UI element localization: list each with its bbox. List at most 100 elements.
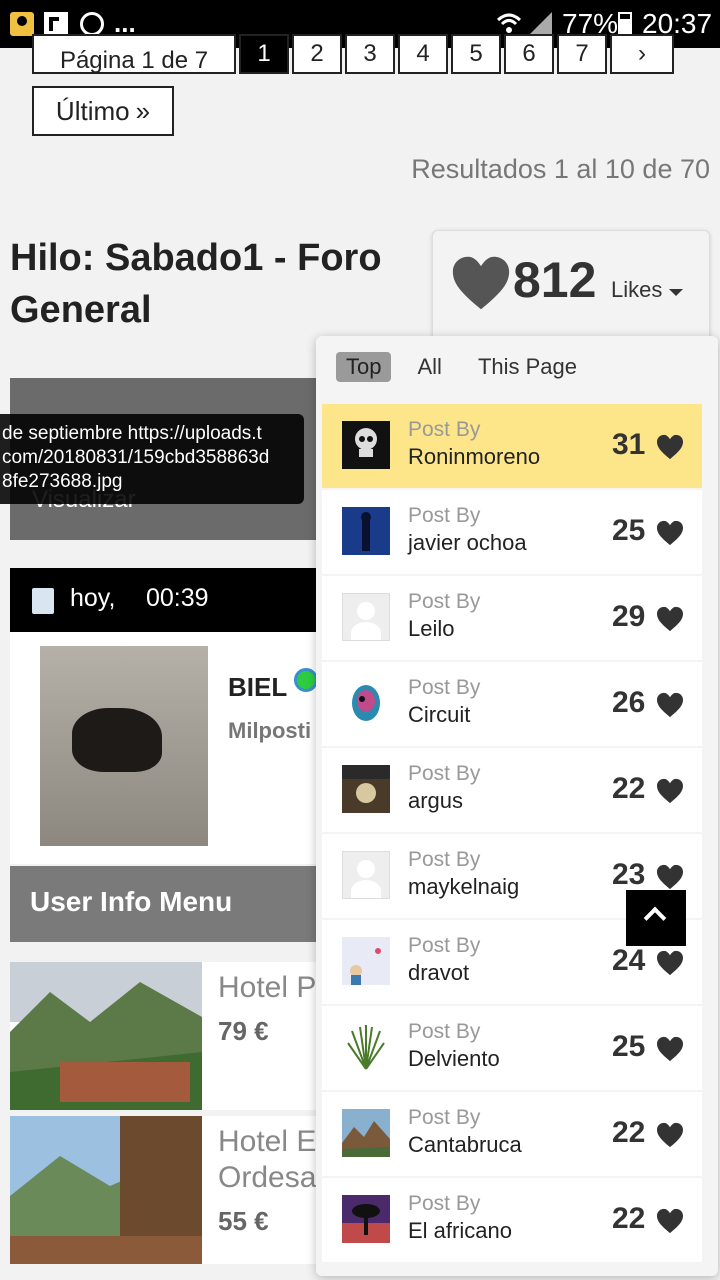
heart-icon: [657, 606, 683, 632]
notification-app-icon: [10, 12, 34, 36]
hotel-image: [10, 962, 202, 1110]
user-avatar: [342, 937, 390, 985]
author-avatar[interactable]: [40, 646, 208, 846]
liker-name[interactable]: argus: [408, 788, 463, 814]
like-count: 29: [612, 600, 646, 633]
like-count: 25: [612, 514, 646, 547]
hotel-ad[interactable]: Hotel P 79 €: [10, 962, 330, 1110]
like-count: 22: [612, 772, 646, 805]
list-item[interactable]: Post By Roninmoreno 31: [322, 404, 702, 488]
likes-dropdown: Top All This Page Post By Roninmoreno 31…: [316, 336, 718, 1276]
heart-icon: [657, 1122, 683, 1148]
signal-icon: [528, 12, 552, 36]
like-count: 22: [612, 1116, 646, 1149]
like-count: 25: [612, 1030, 646, 1063]
list-item[interactable]: Post By javier ochoa 25: [322, 490, 702, 574]
link-tooltip: de septiembre https://uploads.t com/2018…: [0, 414, 304, 504]
author-card: BIEL Milposti: [10, 632, 330, 864]
user-avatar: [342, 507, 390, 555]
page-link-2[interactable]: 2: [292, 34, 342, 74]
page-info: Página 1 de 7: [32, 34, 236, 74]
liker-name[interactable]: Roninmoreno: [408, 444, 540, 470]
post-time: 00:39: [146, 584, 209, 612]
post-date: hoy,: [70, 584, 116, 612]
user-avatar: [342, 679, 390, 727]
scroll-to-top-button[interactable]: [626, 890, 686, 946]
heart-icon: [657, 1208, 683, 1234]
user-avatar: [342, 1195, 390, 1243]
tab-this-page[interactable]: This Page: [468, 352, 587, 382]
last-page-button[interactable]: Último »: [32, 86, 174, 136]
liker-name[interactable]: Leilo: [408, 616, 454, 642]
double-chevron-icon: »: [135, 95, 151, 126]
list-item[interactable]: Post By Leilo 29: [322, 576, 702, 660]
post-by-label: Post By: [408, 1020, 481, 1043]
likes-list: Post By Roninmoreno 31 Post By javier oc…: [322, 404, 702, 1264]
wifi-icon: [496, 13, 522, 33]
last-page-label: Último: [55, 95, 130, 126]
list-item[interactable]: Post By Cantabruca 22: [322, 1092, 702, 1176]
default-avatar-icon: [342, 593, 390, 641]
author-name[interactable]: BIEL: [228, 672, 287, 703]
heart-icon: [657, 1036, 683, 1062]
heart-icon: [657, 692, 683, 718]
likes-toggle[interactable]: 812 Likes: [432, 230, 710, 350]
post-by-label: Post By: [408, 848, 481, 871]
liker-name[interactable]: Cantabruca: [408, 1132, 522, 1158]
heart-icon: [657, 778, 683, 804]
page-link-4[interactable]: 4: [398, 34, 448, 74]
caret-down-icon: [669, 289, 683, 296]
like-count: 22: [612, 1202, 646, 1235]
tab-top[interactable]: Top: [336, 352, 392, 382]
page-link-5[interactable]: 5: [451, 34, 501, 74]
tab-all[interactable]: All: [407, 352, 451, 382]
likes-tabs: Top All This Page: [336, 352, 587, 382]
liker-name[interactable]: El africano: [408, 1218, 512, 1244]
user-avatar: [342, 1109, 390, 1157]
battery-icon: [618, 12, 632, 36]
list-item[interactable]: Post By Circuit 26: [322, 662, 702, 746]
liker-name[interactable]: Delviento: [408, 1046, 500, 1072]
post-by-label: Post By: [408, 676, 481, 699]
user-avatar: [342, 1023, 390, 1071]
author-rank: Milposti: [228, 718, 312, 743]
liker-name[interactable]: maykelnaig: [408, 874, 519, 900]
document-icon: [32, 588, 54, 614]
list-item[interactable]: Post By El africano 22: [322, 1178, 702, 1262]
page-link-7[interactable]: 7: [557, 34, 607, 74]
flipboard-icon: [44, 12, 68, 36]
post-by-label: Post By: [408, 762, 481, 785]
hotel-price: 55 €: [218, 1206, 269, 1236]
list-item[interactable]: Post By Delviento 25: [322, 1006, 702, 1090]
like-count: 26: [612, 686, 646, 719]
hotel-name: Hotel E Ordesa: [218, 1125, 317, 1194]
sync-icon: [80, 12, 104, 36]
liker-name[interactable]: Circuit: [408, 702, 470, 728]
heart-icon: [657, 950, 683, 976]
heart-icon: [452, 256, 510, 310]
page-link-3[interactable]: 3: [345, 34, 395, 74]
pagination: Página 1 de 7 1 2 3 4 5 6 7 ›: [32, 34, 674, 74]
hotel-ad[interactable]: Hotel E Ordesa 55 €: [10, 1116, 330, 1264]
chevron-up-icon: [643, 906, 667, 930]
liker-name[interactable]: dravot: [408, 960, 469, 986]
list-item[interactable]: Post By argus 22: [322, 748, 702, 832]
page-link-1[interactable]: 1: [239, 34, 289, 74]
likes-label: Likes: [611, 277, 663, 302]
tooltip-line: com/20180831/159cbd358863d: [2, 447, 270, 468]
default-avatar-icon: [342, 851, 390, 899]
post-by-label: Post By: [408, 418, 481, 441]
user-info-menu[interactable]: User Info Menu: [10, 866, 330, 942]
user-avatar: [342, 765, 390, 813]
heart-icon: [657, 864, 683, 890]
likes-count: 812: [513, 252, 597, 308]
post-by-label: Post By: [408, 504, 481, 527]
like-count: 31: [612, 428, 646, 461]
tooltip-line: de septiembre https://uploads.t: [2, 423, 262, 444]
like-count: 23: [612, 858, 646, 891]
page-link-6[interactable]: 6: [504, 34, 554, 74]
post-by-label: Post By: [408, 590, 481, 613]
next-page-button[interactable]: ›: [610, 34, 674, 74]
bull-image: [72, 708, 162, 772]
liker-name[interactable]: javier ochoa: [408, 530, 527, 556]
